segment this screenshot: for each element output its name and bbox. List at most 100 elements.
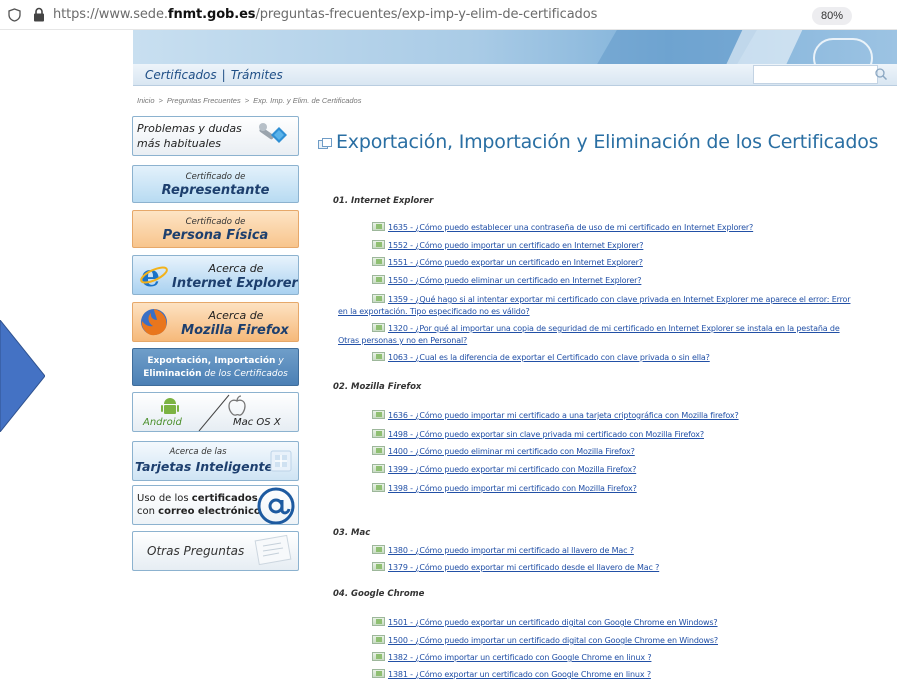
uso-label-line2: con correo electrónico <box>137 506 261 517</box>
exp-label-line1-rest: y <box>275 356 284 366</box>
faq-link[interactable]: 1381 - ¿Cómo exportar un certificado con… <box>372 669 651 679</box>
faq-link[interactable]: 1500 - ¿Cómo puedo importar un certifica… <box>372 635 718 645</box>
faq-link[interactable]: 1501 - ¿Cómo puedo exportar un certifica… <box>372 617 718 627</box>
faq-link[interactable]: 1398 - ¿Cómo puedo importar mi certifica… <box>372 483 637 493</box>
mozilla-firefox-button[interactable]: Acerca de Mozilla Firefox <box>132 302 299 342</box>
tarjetas-inteligentes-button[interactable]: Acerca de las Tarjetas Inteligentes <box>132 441 299 481</box>
nav-links: Certificados | Trámites <box>145 68 283 82</box>
faq-link-text: 1552 - ¿Cómo puedo importar un certifica… <box>388 241 644 250</box>
zoom-badge[interactable]: 80% <box>812 7 852 25</box>
otras-preguntas-button[interactable]: Otras Preguntas <box>132 531 299 571</box>
document-icon <box>372 669 385 678</box>
faq-link-text: en la exportación. Tipo especificado no … <box>338 307 530 316</box>
uso-label-line1a: Uso de los <box>137 493 192 504</box>
tarjetas-label-line1: Acerca de las <box>169 447 227 457</box>
faq-link[interactable]: 1550 - ¿Cómo puedo eliminar un certifica… <box>372 275 642 285</box>
document-icon <box>372 617 385 626</box>
faq-link-text: 1636 - ¿Cómo puedo importar mi certifica… <box>388 411 739 420</box>
search-icon[interactable] <box>874 67 888 81</box>
faq-link-text: 1498 - ¿Cómo puedo exportar sin clave pr… <box>388 430 704 439</box>
faq-link[interactable]: 1635 - ¿Cómo puedo establecer una contra… <box>372 222 753 232</box>
divider-line <box>198 394 230 431</box>
document-icon <box>372 652 385 661</box>
certificados-correo-button[interactable]: Uso de los certificados con correo elect… <box>132 485 299 525</box>
persona-label-line2: Persona Física <box>162 228 269 243</box>
problemas-label-line1: Problemas y dudas <box>137 122 242 135</box>
document-icon <box>254 534 292 566</box>
internet-explorer-button[interactable]: e Acerca de Internet Explorer <box>132 255 299 295</box>
wrench-icon <box>259 123 287 143</box>
firefox-icon <box>141 309 167 336</box>
document-icon <box>372 635 385 644</box>
document-icon <box>372 446 385 455</box>
document-icon <box>372 222 385 231</box>
ie-label-line1: Acerca de <box>208 262 264 275</box>
faq-link[interactable]: 1320 - ¿Por qué al importar una copia de… <box>372 323 840 333</box>
site-banner <box>133 30 897 64</box>
problemas-habituales-button[interactable]: Problemas y dudas más habituales <box>132 116 299 156</box>
otras-label: Otras Preguntas <box>147 544 245 558</box>
faq-link[interactable]: 1400 - ¿Cómo puedo eliminar mi certifica… <box>372 446 635 456</box>
faq-link-continuation[interactable]: en la exportación. Tipo especificado no … <box>338 307 530 316</box>
document-icon <box>372 483 385 492</box>
mac-label: Mac OS X <box>233 417 281 428</box>
browser-url-bar: https://www.sede.fnmt.gob.es/preguntas-f… <box>0 0 897 30</box>
breadcrumb-separator: > <box>158 96 163 105</box>
representante-label-line2: Representante <box>161 183 270 198</box>
faq-link[interactable]: 1359 - ¿Qué hago si al intentar exportar… <box>372 294 851 304</box>
faq-link[interactable]: 1063 - ¿Cual es la diferencia de exporta… <box>372 352 710 362</box>
nav-tramites-link[interactable]: Trámites <box>231 68 283 82</box>
faq-link-text: 1359 - ¿Qué hago si al intentar exportar… <box>388 295 851 304</box>
exp-label-line1-bold: Exportación, Importación <box>147 356 276 366</box>
faq-link-text: 1501 - ¿Cómo puedo exportar un certifica… <box>388 618 718 627</box>
faq-link-text: 1635 - ¿Cómo puedo establecer una contra… <box>388 223 754 232</box>
faq-link[interactable]: 1382 - ¿Cómo importar un certificado con… <box>372 652 652 662</box>
ff-label-line1: Acerca de <box>208 309 264 322</box>
url-field[interactable]: https://www.sede.fnmt.gob.es/preguntas-f… <box>53 7 597 22</box>
uso-label-line1b: certificados <box>191 493 258 504</box>
exportacion-importacion-button[interactable]: Exportación, Importación y Eliminación d… <box>132 348 299 386</box>
faq-link-text: 1398 - ¿Cómo puedo importar mi certifica… <box>388 484 637 493</box>
android-icon <box>161 398 179 414</box>
android-mac-button[interactable]: Android Mac OS X <box>132 392 299 432</box>
faq-link[interactable]: 1498 - ¿Cómo puedo exportar sin clave pr… <box>372 429 704 439</box>
url-path: /preguntas-frecuentes/exp-imp-y-elim-de-… <box>255 7 598 22</box>
nav-certificados-link[interactable]: Certificados <box>145 68 217 82</box>
tarjetas-label-line2: Tarjetas Inteligentes <box>135 459 281 474</box>
document-icon <box>372 545 385 554</box>
exp-label-line2-rest: de los Certificados <box>201 369 288 379</box>
page-title: Exportación, Importación y Eliminación d… <box>336 131 879 153</box>
url-domain: fnmt.gob.es <box>167 7 256 22</box>
breadcrumb: Inicio > Preguntas Frecuentes > Exp. Imp. y … <box>137 96 361 105</box>
breadcrumb-separator: > <box>244 96 250 105</box>
lock-icon[interactable] <box>33 7 45 22</box>
faq-link[interactable]: 1552 - ¿Cómo puedo importar un certifica… <box>372 240 643 250</box>
faq-link-text: 1500 - ¿Cómo puedo importar un certifica… <box>388 636 719 645</box>
faq-link[interactable]: 1379 - ¿Cómo puedo exportar mi certifica… <box>372 562 659 572</box>
arrow-icon <box>0 320 45 432</box>
breadcrumb-faq[interactable]: Preguntas Frecuentes <box>167 96 241 105</box>
uso-label-line1: Uso de los certificados <box>137 493 258 504</box>
breadcrumb-home[interactable]: Inicio <box>137 96 155 105</box>
problemas-label-line2: más habituales <box>137 137 222 150</box>
search-input[interactable] <box>753 65 878 84</box>
faq-link-text: 1063 - ¿Cual es la diferencia de exporta… <box>388 353 710 362</box>
url-prefix: https://www.sede. <box>53 7 168 22</box>
certificado-representante-button[interactable]: Certificado de Representante <box>132 165 299 203</box>
faq-link[interactable]: 1380 - ¿Cómo puedo importar mi certifica… <box>372 545 634 555</box>
faq-link[interactable]: 1399 - ¿Cómo puedo exportar mi certifica… <box>372 464 636 474</box>
banner-decoration <box>813 38 873 64</box>
faq-link[interactable]: 1551 - ¿Cómo puedo exportar un certifica… <box>372 257 643 267</box>
ff-label-line2: Mozilla Firefox <box>181 323 289 338</box>
certificado-persona-fisica-button[interactable]: Certificado de Persona Física <box>132 210 299 248</box>
shield-icon[interactable] <box>8 8 21 22</box>
representante-label-line1: Certificado de <box>185 172 246 182</box>
document-icon <box>372 410 385 419</box>
uso-label-line2a: con <box>137 506 159 517</box>
faq-link-continuation[interactable]: Otras personas y no en Personal? <box>338 336 467 345</box>
faq-link[interactable]: 1636 - ¿Cómo puedo importar mi certifica… <box>372 410 739 420</box>
document-icon <box>372 257 385 266</box>
document-icon <box>372 464 385 473</box>
faq-link-text: 1320 - ¿Por qué al importar una copia de… <box>388 324 840 333</box>
exp-label-line1: Exportación, Importación y <box>133 356 298 366</box>
